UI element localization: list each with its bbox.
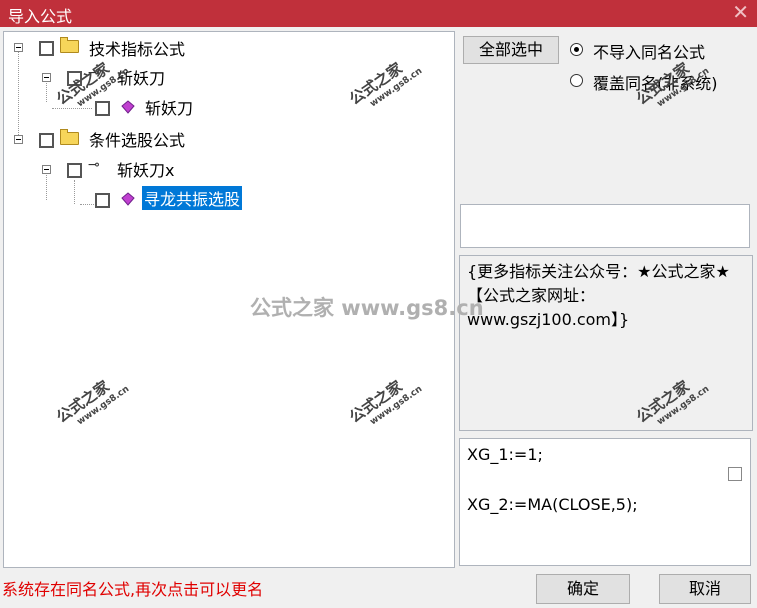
radio-overwrite[interactable] <box>570 74 583 87</box>
cancel-button[interactable]: 取消 <box>659 574 751 604</box>
tree-checkbox[interactable] <box>95 193 110 208</box>
tree-connector <box>80 204 94 205</box>
status-message: 系统存在同名公式,再次点击可以更名 <box>2 580 264 599</box>
tree-connector <box>46 172 47 200</box>
tree-connector <box>74 180 75 204</box>
close-icon[interactable]: ✕ <box>732 1 749 23</box>
title-bar: 导入公式 ✕ <box>0 0 757 27</box>
rename-input[interactable] <box>460 204 750 248</box>
tree-connector <box>18 52 19 137</box>
window-title: 导入公式 <box>8 7 73 26</box>
tree-item-label[interactable]: 斩妖刀 <box>145 95 193 119</box>
folder-icon <box>60 129 79 145</box>
code-line: XG_2:=MA(CLOSE,5); <box>467 495 638 514</box>
tree-checkbox[interactable] <box>95 101 110 116</box>
tree-checkbox[interactable] <box>67 163 82 178</box>
code-checkbox[interactable] <box>728 467 742 481</box>
description-text: {更多指标关注公众号：★公式之家★ 【公式之家网址：www.gszj100.co… <box>467 262 730 329</box>
expand-toggle[interactable] <box>14 135 23 144</box>
code-panel[interactable]: XG_1:=1; XG_2:=MA(CLOSE,5); <box>459 438 751 566</box>
expand-toggle[interactable] <box>14 43 23 52</box>
tree-checkbox[interactable] <box>39 41 54 56</box>
select-all-button[interactable]: 全部选中 <box>463 36 559 64</box>
formula-gem-icon <box>121 192 135 206</box>
description-panel: {更多指标关注公众号：★公式之家★ 【公式之家网址：www.gszj100.co… <box>459 255 753 431</box>
tree-item-label[interactable]: 斩妖刀x <box>117 157 174 181</box>
tree-item-label-selected[interactable]: 寻龙共振选股 <box>142 186 243 210</box>
formula-gem-icon <box>121 100 135 114</box>
code-line: XG_1:=1; <box>467 445 543 464</box>
ok-button[interactable]: 确定 <box>536 574 630 604</box>
expand-toggle[interactable] <box>42 165 51 174</box>
tree-checkbox[interactable] <box>39 133 54 148</box>
radio-no-import[interactable] <box>570 43 583 56</box>
key-icon: ⊸ <box>88 157 100 173</box>
tree-connector <box>46 80 47 102</box>
watermark-center: 公式之家 www.gs8.cn <box>250 296 484 320</box>
tree-item-label[interactable]: 条件选股公式 <box>89 127 185 151</box>
expand-toggle[interactable] <box>42 73 51 82</box>
folder-icon <box>60 37 79 53</box>
